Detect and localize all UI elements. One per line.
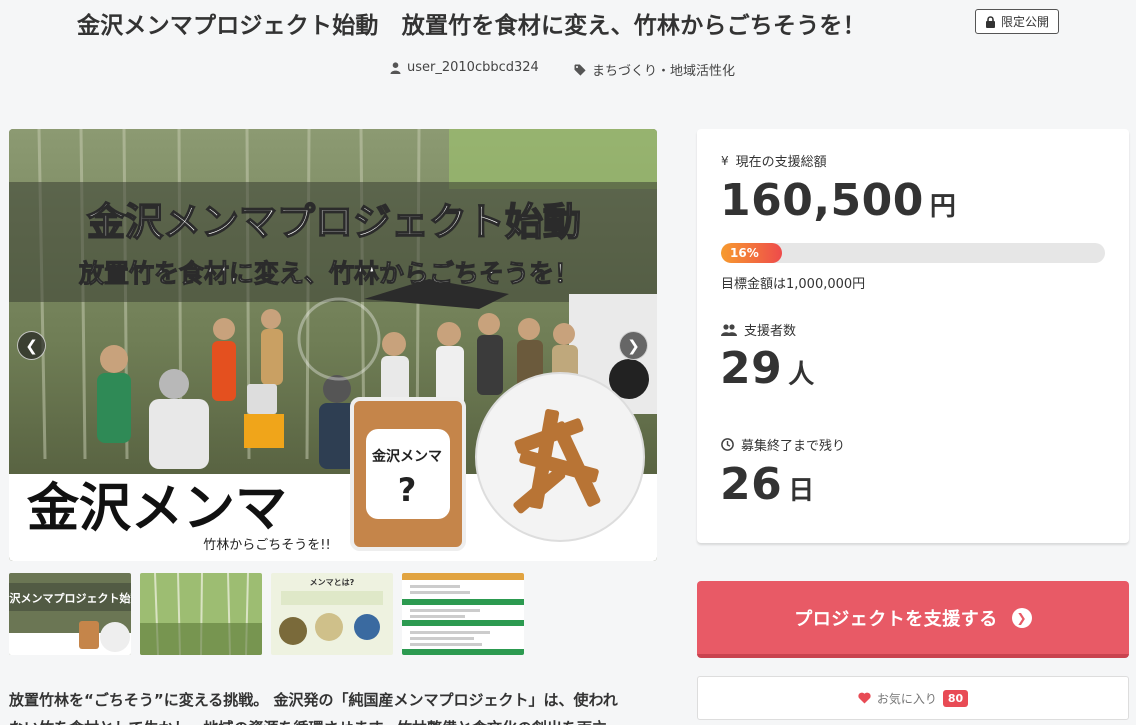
tag-icon — [574, 64, 586, 76]
funding-progress-fill: 16% — [721, 243, 783, 263]
hero-headline: 金沢メンマプロジェクト始動 — [86, 200, 581, 244]
project-title: 金沢メンマプロジェクト始動 放置竹を食材に変え、竹林からごちそうを！ — [77, 13, 866, 39]
package-label: 金沢メンマ — [371, 448, 442, 465]
project-description: 放置竹林を“ごちそう”に変える挑戦。 金沢発の「純国産メンマプロジェクト」は、使… — [9, 686, 657, 725]
svg-text:メンマとは?: メンマとは? — [310, 578, 355, 587]
funding-stats-panel: ¥ 現在の支援総額 160,500 円 16% 目標金額は1,000,000円 支… — [697, 129, 1129, 543]
chevron-left-icon: ❮ — [25, 336, 38, 355]
thumbnail-strip: 金沢メンマプロジェクト始動 メンマとは? — [9, 573, 524, 655]
goal-amount-text: 目標金額は1,000,000円 — [721, 277, 866, 292]
visibility-badge-label: 限定公開 — [1001, 15, 1050, 29]
visibility-badge: 限定公開 — [975, 9, 1060, 34]
hero-image-carousel[interactable]: 金沢メンマプロジェクト始動 放置竹を食材に変え、竹林からごちそうを！ 金沢メンマ… — [9, 129, 657, 561]
hero-image: 金沢メンマプロジェクト始動 放置竹を食材に変え、竹林からごちそうを！ 金沢メンマ… — [9, 129, 657, 561]
support-button-label: プロジェクトを支援する — [794, 608, 998, 630]
favorite-button[interactable]: お気に入り 80 — [697, 676, 1129, 720]
logo-text: 金沢メンマ — [26, 479, 287, 539]
yen-icon: ¥ — [721, 153, 729, 168]
support-project-button[interactable]: プロジェクトを支援する ❯ — [697, 581, 1129, 658]
funding-progress-bar: 16% — [721, 243, 1105, 263]
thumbnail-1[interactable]: 金沢メンマプロジェクト始動 — [9, 573, 131, 655]
arrow-right-icon: ❯ — [1011, 607, 1032, 628]
thumbnail-4[interactable] — [402, 573, 524, 655]
category-name: まちづくり・地域活性化 — [592, 64, 736, 79]
project-meta: user_2010cbbcd324 まちづくり・地域活性化 — [0, 60, 1136, 79]
author-link[interactable]: user_2010cbbcd324 — [390, 60, 539, 75]
carousel-next-button[interactable]: ❯ — [619, 331, 648, 360]
remaining-value: 26 日 — [720, 459, 815, 510]
logo-tagline: 竹林からごちそうを!! — [203, 537, 330, 553]
total-amount-label: ¥ 現在の支援総額 — [721, 153, 827, 171]
carousel-prev-button[interactable]: ❮ — [17, 331, 46, 360]
author-name: user_2010cbbcd324 — [407, 60, 539, 75]
package-mark: ? — [398, 471, 417, 509]
project-header: 金沢メンマプロジェクト始動 放置竹を食材に変え、竹林からごちそうを！ 限定公開 — [0, 0, 1136, 44]
heart-icon — [858, 692, 871, 704]
supporters-value: 29 人 — [720, 343, 815, 394]
clock-icon — [721, 438, 734, 451]
remaining-label: 募集終了まで残り — [721, 435, 845, 454]
category-link[interactable]: まちづくり・地域活性化 — [574, 60, 735, 79]
thumbnail-3[interactable]: メンマとは? — [271, 573, 393, 655]
user-icon — [390, 61, 401, 74]
favorite-label: お気に入り — [876, 691, 937, 706]
favorite-count-badge: 80 — [942, 689, 969, 707]
description-line: ない竹を食材として生かし、地域の資源を循環させます。竹林整備と食文化の創出を両立 — [9, 714, 657, 725]
thumbnail-2[interactable] — [140, 573, 262, 655]
hero-subheadline: 放置竹を食材に変え、竹林からごちそうを！ — [78, 259, 579, 288]
total-amount-value: 160,500 円 — [720, 175, 956, 226]
svg-text:金沢メンマプロジェクト始動: 金沢メンマプロジェクト始動 — [9, 591, 131, 605]
users-icon — [721, 323, 737, 336]
supporters-label: 支援者数 — [721, 320, 796, 339]
chevron-right-icon: ❯ — [627, 336, 640, 355]
description-line: 放置竹林を“ごちそう”に変える挑戦。 金沢発の「純国産メンマプロジェクト」は、使… — [9, 691, 618, 709]
lock-icon — [986, 15, 995, 28]
